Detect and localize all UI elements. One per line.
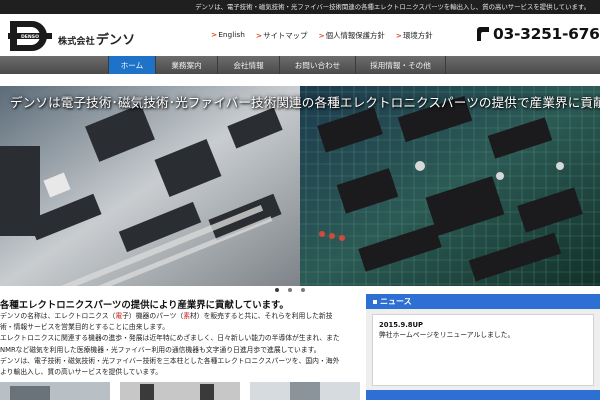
- phone-icon: [477, 27, 489, 41]
- slider-dot-2[interactable]: [288, 288, 292, 292]
- chevron-right-icon: >: [318, 31, 325, 40]
- denso-logo[interactable]: DENSO: [8, 18, 52, 54]
- chevron-right-icon: >: [395, 31, 402, 40]
- slider-dot-1[interactable]: [275, 288, 279, 292]
- hero-image: [0, 86, 600, 286]
- bottom-photos: [0, 382, 360, 400]
- company-main: デンソ: [95, 33, 136, 48]
- phone-contact[interactable]: 03-3251-6766: [476, 25, 600, 43]
- news-text: 弊社ホームページをリニューアルしました。: [379, 331, 515, 339]
- top-tagline: デンソは、電子技術・磁気技術・光ファイバー技術関連の各種エレクトロニクスパーツを…: [195, 3, 590, 11]
- nav-company[interactable]: 会社情報: [218, 56, 280, 74]
- news-heading: ニュース: [380, 297, 412, 306]
- english-link[interactable]: >English: [211, 30, 245, 41]
- slider-dots: [275, 288, 305, 292]
- top-bar: デンソは、電子技術・磁気技術・光ファイバー技術関連の各種エレクトロニクスパーツを…: [0, 0, 600, 14]
- nav-home[interactable]: ホーム: [108, 56, 156, 74]
- slider-dot-3[interactable]: [301, 288, 305, 292]
- sitemap-link[interactable]: >サイトマップ: [256, 30, 308, 41]
- site-header: DENSO 株式会社デンソ >English >サイトマップ >個人情報保護方針…: [0, 14, 600, 56]
- intro-line-2: 術・情報サービスを営業目的とすることに由来します。: [0, 323, 170, 332]
- news-footer-bar: [366, 390, 600, 400]
- square-icon: [373, 299, 377, 304]
- chevron-right-icon: >: [211, 30, 218, 39]
- intro-line-6: より輸出入し、質の高いサービスを提供しています。: [0, 368, 163, 377]
- intro-line-5: デンソは、電子技術・磁気技術・光ファイバー技術を三本柱とした各種エレクトロニクス…: [0, 356, 340, 365]
- hero-banner: デンソは電子技術･磁気技術･光ファイバー技術関連の各種エレクトロニクスパーツの提…: [0, 86, 600, 286]
- news-header: ニュース: [366, 294, 600, 309]
- intro-line-3: エレクトロニクスに関連する機器の進歩・発展は近年特にめざましく、日々新しい能力の…: [0, 334, 340, 343]
- nav-contact[interactable]: お問い合わせ: [280, 56, 356, 74]
- news-panel: ニュース 2015.9.8UP 弊社ホームページをリニューアルしました。: [366, 294, 600, 400]
- environment-policy-link[interactable]: >環境方針: [396, 30, 433, 41]
- nav-business[interactable]: 業務案内: [156, 56, 218, 74]
- company-prefix: 株式会社: [58, 37, 95, 47]
- privacy-policy-link[interactable]: >個人情報保護方針: [318, 30, 384, 41]
- news-item[interactable]: 2015.9.8UP 弊社ホームページをリニューアルしました。: [372, 314, 594, 386]
- company-name: 株式会社デンソ: [58, 29, 135, 48]
- logo-text: DENSO: [21, 34, 39, 40]
- hero-caption: デンソは電子技術･磁気技術･光ファイバー技術関連の各種エレクトロニクスパーツの提…: [10, 95, 600, 110]
- intro-line-1: デンソの名称は、エレクトロニクス（電子）機器のパーツ（素材）を販売すると共に、そ…: [0, 312, 333, 320]
- news-date: 2015.9.8UP: [379, 321, 424, 329]
- main-heading: 各種エレクトロニクスパーツの提供により産業界に貢献しています。: [0, 300, 289, 311]
- intro-text: デンソの名称は、エレクトロニクス（電子）機器のパーツ（素材）を販売すると共に、そ…: [0, 311, 360, 378]
- header-links: >English >サイトマップ >個人情報保護方針 >環境方針: [211, 30, 433, 41]
- nav-recruit[interactable]: 採用情報・その他: [356, 56, 446, 74]
- chevron-right-icon: >: [255, 31, 263, 40]
- phone-number: 03-3251-6766: [493, 25, 600, 43]
- intro-line-4: NMRなど磁気を利用した医療機器・光ファイバー利用の通信機器も文字通り日進月歩で…: [0, 345, 321, 354]
- main-nav: ホーム 業務案内 会社情報 お問い合わせ 採用情報・その他: [0, 56, 600, 74]
